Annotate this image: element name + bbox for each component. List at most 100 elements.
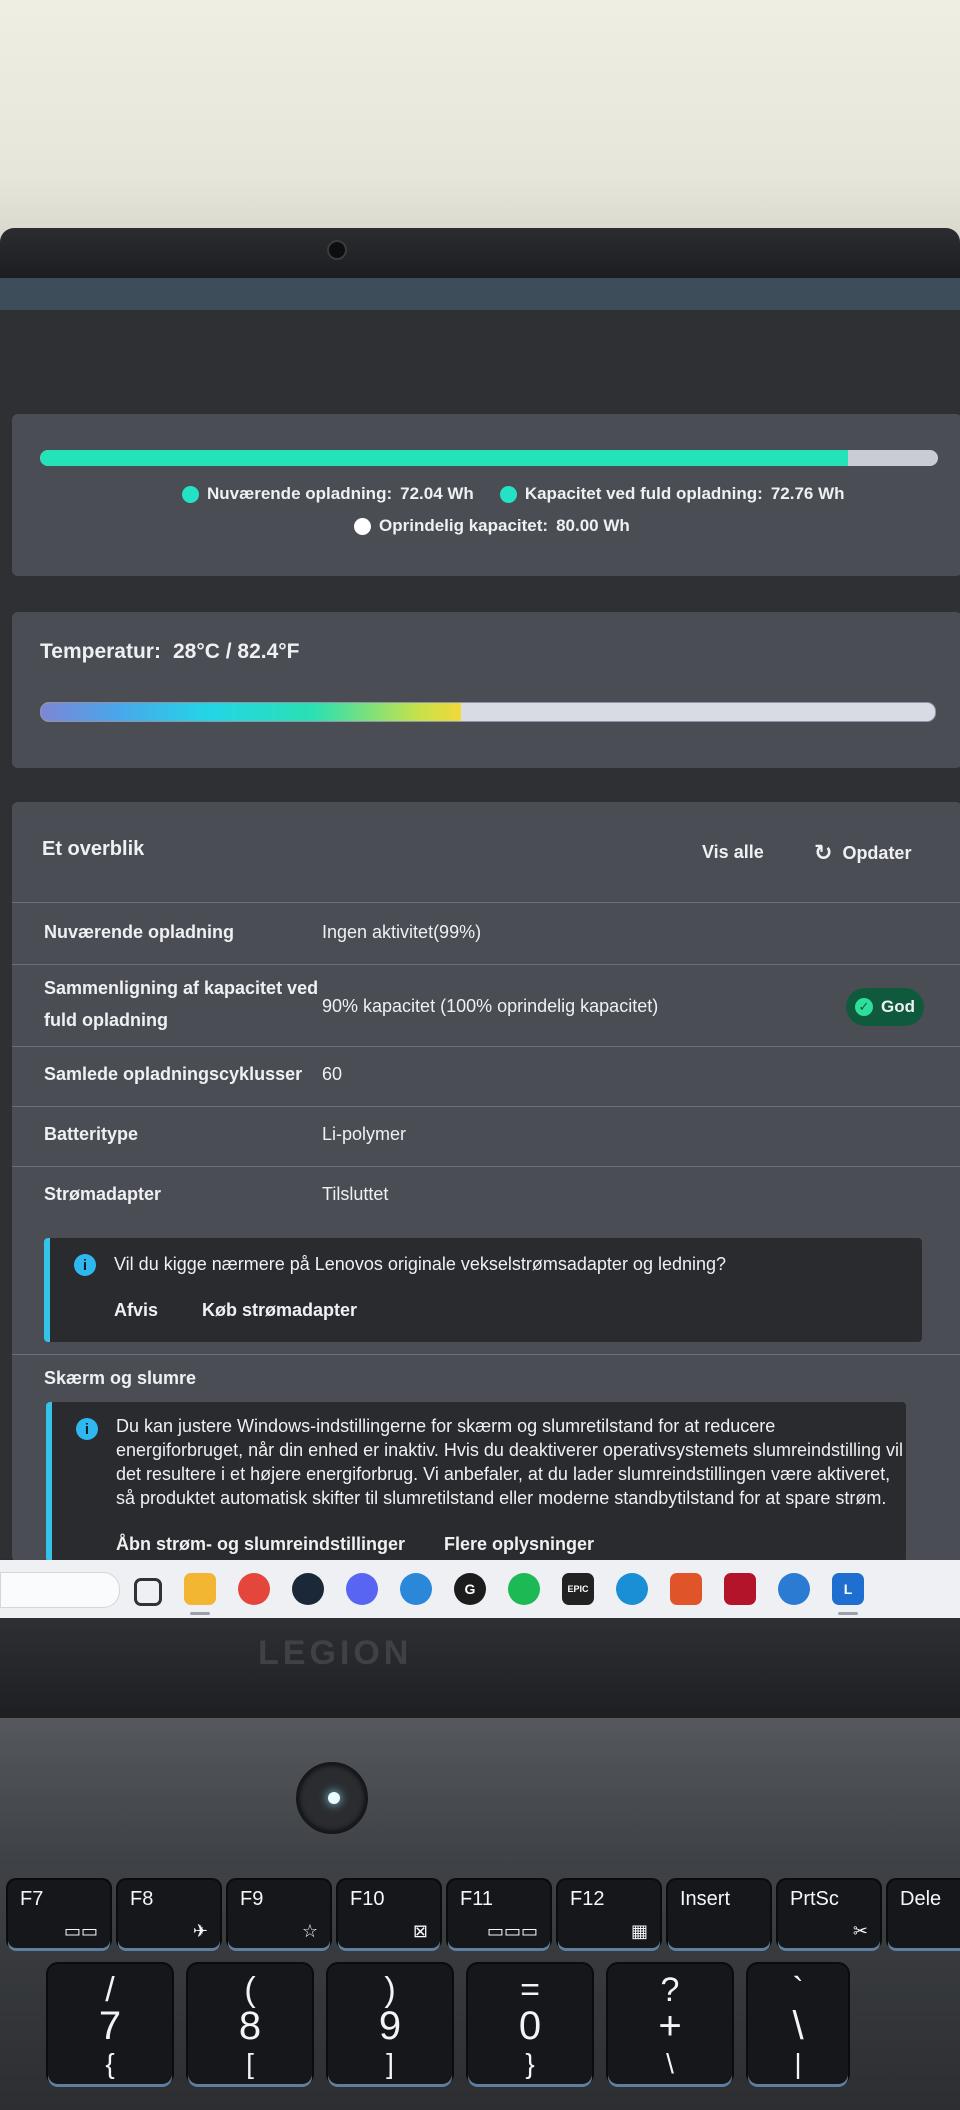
task-view-icon[interactable]	[134, 1578, 162, 1606]
key-5[interactable]: ? + \	[608, 1964, 732, 2084]
key-symbol-icon: ☆	[301, 1921, 318, 1941]
legend-full-capacity: Kapacitet ved fuld opladning: 72.76 Wh	[499, 484, 845, 504]
key-legend-top: /	[105, 1971, 115, 2009]
key-legend-top: (	[244, 1971, 256, 2009]
key-symbol-icon: ▭▭	[63, 1921, 98, 1941]
row-value-current-charge: Ingen aktivitet(99%)	[322, 922, 482, 942]
temperature-bar	[40, 702, 936, 722]
shield-app-icon[interactable]	[724, 1573, 756, 1605]
legend-dot-icon	[499, 485, 517, 503]
key-symbol-icon: ✂	[852, 1921, 868, 1941]
legend-label: Kapacitet ved fuld opladning:	[524, 484, 763, 503]
key-label: F11	[460, 1888, 493, 1910]
key-legend-top: )	[384, 1971, 396, 2009]
capacity-progress-fill	[40, 450, 849, 466]
legend-label: Nuværende opladning:	[207, 484, 393, 503]
legend-value: 72.04 Wh	[400, 484, 474, 503]
sleep-info-banner: i Du kan justere Windows-indstillingerne…	[46, 1402, 906, 1562]
key-legend-mid: 9	[378, 2004, 402, 2048]
key-f9[interactable]: F9 ☆	[228, 1880, 330, 1948]
discord-icon[interactable]	[346, 1573, 378, 1605]
key-legend-bot: |	[794, 2048, 802, 2079]
key-symbol-icon: ▦	[630, 1921, 648, 1941]
wall-background	[0, 0, 960, 250]
key-dele[interactable]: Dele	[888, 1880, 960, 1948]
key-2[interactable]: (8[	[188, 1964, 312, 2084]
temperature-label: Temperatur:	[40, 640, 161, 663]
key-prtsc[interactable]: PrtSc ✂	[778, 1880, 880, 1948]
row-label-current-charge: Nuværende opladning	[44, 922, 235, 942]
check-icon: ✓	[855, 998, 873, 1016]
temperature-heading: Temperatur: 28°C / 82.4°F	[40, 640, 300, 664]
key-legend-bot: {	[105, 2048, 115, 2079]
row-value-charge-cycles: 60	[322, 1064, 343, 1084]
key-legend-mid: +	[658, 2004, 682, 2048]
capacity-legend-row-1: Nuværende opladning: 72.04 Wh Kapacitet …	[182, 484, 845, 504]
key-6[interactable]: ` \ |	[748, 1964, 848, 2084]
legend-dot-icon	[182, 485, 199, 503]
refresh-button[interactable]: ↻ Opdater	[814, 840, 911, 866]
key-symbol-icon: ▭▭▭	[486, 1921, 538, 1941]
key-label: F12	[570, 1888, 605, 1910]
window-title-strip	[0, 278, 960, 310]
game-launcher-icon[interactable]	[670, 1573, 702, 1605]
active-app-indicator	[190, 1612, 210, 1615]
key-3[interactable]: ) 9]	[328, 1964, 452, 2084]
legend-value: 72.76 Wh	[770, 484, 845, 503]
spotify-icon[interactable]	[508, 1573, 540, 1605]
dismiss-button[interactable]: Afvis	[114, 1300, 158, 1321]
legend-original-capacity: Oprindelig kapacitet: 80.00 Wh	[354, 516, 630, 536]
key-legend-top: ?	[660, 1971, 680, 2009]
logitech-icon[interactable]: G	[454, 1573, 486, 1605]
steam-icon[interactable]	[292, 1573, 324, 1605]
temperature-value: 28°C / 82.4°F	[172, 640, 300, 663]
legend-value: 80.00 Wh	[556, 516, 630, 535]
key-f10[interactable]: F10 ⊠	[338, 1880, 440, 1948]
key-legend-mid: 0	[518, 2004, 542, 2048]
view-all-link[interactable]: Vis alle	[702, 842, 764, 863]
taskbar-search-box[interactable]	[0, 1572, 120, 1608]
divider	[12, 1046, 960, 1047]
badge-label: God	[881, 997, 915, 1016]
chrome-icon[interactable]	[238, 1573, 270, 1605]
key-label: F10	[350, 1888, 385, 1910]
divider	[12, 1166, 960, 1167]
laptop-top-bezel	[0, 228, 960, 280]
file-explorer-icon[interactable]	[184, 1573, 216, 1605]
row-label-charge-cycles: Samlede opladningscyklusser	[44, 1064, 303, 1084]
key-legend-bot: [	[246, 2048, 254, 2079]
key-legend-mid: 8	[238, 2004, 262, 2048]
key-4[interactable]: = 0}	[468, 1964, 592, 2084]
adapter-info-banner: i Vil du kigge nærmere på Lenovos origin…	[44, 1238, 922, 1342]
key-label: Dele	[900, 1888, 942, 1910]
capacity-legend-row-2: Oprindelig kapacitet: 80.00 Wh	[354, 516, 630, 536]
buy-adapter-button[interactable]: Køb strømadapter	[202, 1300, 357, 1321]
vpn-icon[interactable]	[400, 1573, 432, 1605]
key-label: F9	[240, 1888, 264, 1910]
key-f8[interactable]: F8 ✈	[118, 1880, 220, 1948]
key-f7[interactable]: F7 ▭▭	[8, 1880, 110, 1948]
more-info-link[interactable]: Flere oplysninger	[444, 1534, 594, 1555]
open-power-settings-link[interactable]: Åbn strøm- og slumreindstillinger	[116, 1534, 405, 1555]
key-1[interactable]: /7{	[48, 1964, 172, 2084]
windows-taskbar: G EPIC L	[0, 1560, 960, 1618]
divider	[12, 1354, 960, 1355]
key-insert[interactable]: Insert	[668, 1880, 770, 1948]
laptop-bottom-bezel	[0, 1618, 960, 1718]
key-f11[interactable]: F11 ▭▭▭	[448, 1880, 550, 1948]
sleep-info-line-4: så produktet automatisk skifter til slum…	[116, 1488, 887, 1508]
key-legend-top: `	[792, 1971, 804, 2009]
info-icon: i	[76, 1418, 98, 1440]
overview-card: Et overblik Vis alle ↻ Opdater Nuværende…	[12, 802, 960, 1562]
row-label-battery-type: Batteritype	[44, 1124, 139, 1144]
info-icon: i	[74, 1254, 96, 1276]
refresh-icon: ↻	[814, 840, 833, 865]
epic-games-icon[interactable]: EPIC	[562, 1573, 594, 1605]
overview-title: Et overblik	[42, 838, 145, 860]
key-f12[interactable]: F12 ▦	[558, 1880, 660, 1948]
row-label-capacity-compare-line2: fuld opladning	[44, 1010, 168, 1030]
lenovo-vantage-icon[interactable]: L	[832, 1573, 864, 1605]
divider	[12, 902, 960, 903]
app-circle-icon[interactable]	[616, 1573, 648, 1605]
cortana-icon[interactable]	[778, 1573, 810, 1605]
